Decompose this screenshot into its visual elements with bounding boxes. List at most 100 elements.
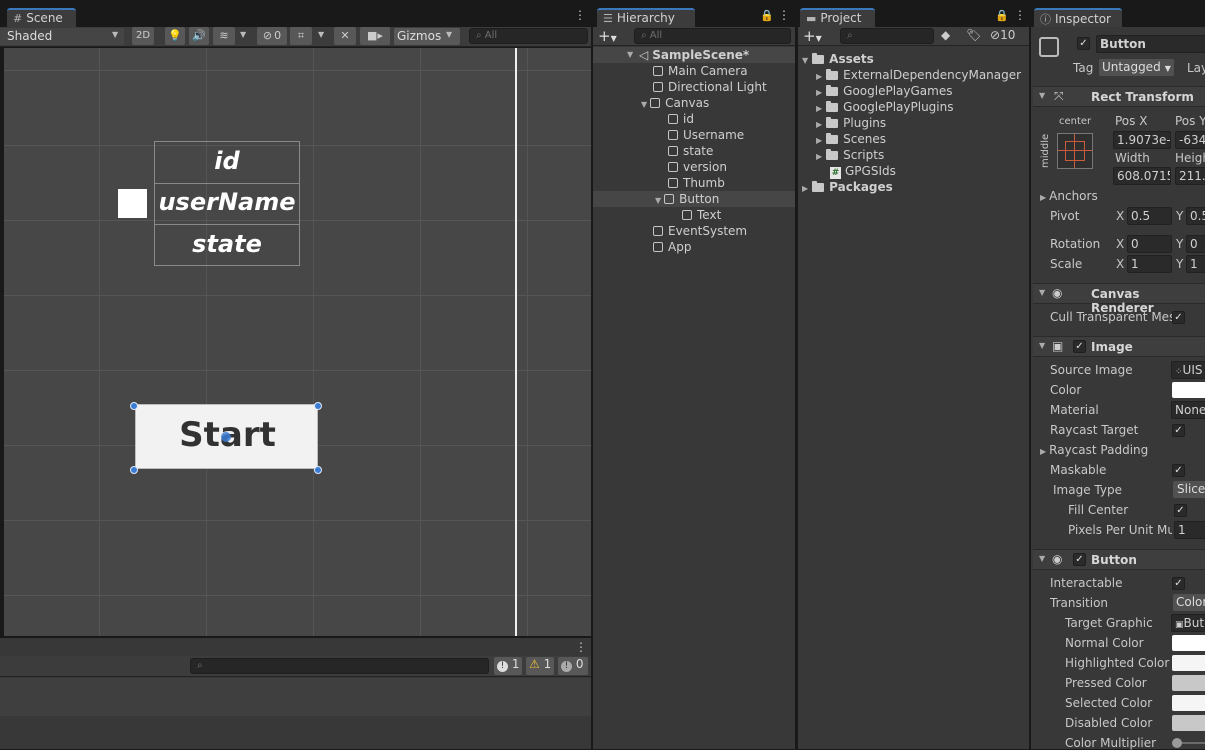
- color-swatch[interactable]: [1172, 382, 1205, 398]
- filter-label-icon[interactable]: 🏷: [966, 28, 981, 42]
- maskable-checkbox[interactable]: ✓: [1172, 464, 1185, 477]
- resize-handle-bl[interactable]: [130, 466, 138, 474]
- 2d-toggle-button[interactable]: 2D: [132, 27, 154, 45]
- audio-icon[interactable]: 🔊: [189, 27, 209, 45]
- warning-count-toggle[interactable]: ⚠ 1: [526, 657, 554, 675]
- error-count-toggle[interactable]: ! 1: [494, 657, 522, 675]
- tag-dropdown[interactable]: Untagged ▼: [1099, 59, 1174, 76]
- button-enabled-checkbox[interactable]: ✓: [1073, 553, 1086, 566]
- list-item[interactable]: id: [668, 111, 694, 127]
- list-item[interactable]: Username: [668, 127, 744, 143]
- resize-handle-tl[interactable]: [130, 402, 138, 410]
- lock-icon[interactable]: 🔒: [995, 9, 1009, 22]
- raycast-target-checkbox[interactable]: ✓: [1172, 424, 1185, 437]
- effects-icon[interactable]: ≋: [213, 27, 235, 45]
- shading-dropdown[interactable]: Shaded ▼: [0, 28, 124, 45]
- pos-x-field[interactable]: 1.9073e-: [1113, 131, 1171, 149]
- image-enabled-checkbox[interactable]: ✓: [1073, 340, 1086, 353]
- list-item[interactable]: ▶ ExternalDependencyManager: [816, 67, 1021, 83]
- thumb-image[interactable]: [118, 189, 147, 218]
- add-button[interactable]: +▼: [598, 27, 617, 45]
- console-search-input[interactable]: ⌕: [190, 658, 489, 674]
- filter-type-icon[interactable]: ◆: [941, 28, 950, 42]
- pivot-y-field[interactable]: 0.5: [1186, 207, 1205, 225]
- list-item[interactable]: Directional Light: [653, 79, 767, 95]
- console-menu-icon[interactable]: ⋮: [575, 640, 587, 654]
- active-checkbox[interactable]: ✓: [1077, 37, 1090, 50]
- list-item[interactable]: ▶ Plugins: [816, 115, 886, 131]
- raycast-padding-foldout[interactable]: ▶ Raycast Padding: [1040, 443, 1148, 457]
- anchors-foldout[interactable]: ▶ Anchors: [1040, 189, 1098, 203]
- list-item[interactable]: state: [668, 143, 713, 159]
- scale-y-field[interactable]: 1: [1186, 255, 1205, 273]
- list-item-selected[interactable]: ▼ Button: [593, 191, 795, 207]
- rot-y-field[interactable]: 0: [1186, 235, 1205, 253]
- list-item[interactable]: ▶ Scenes: [816, 131, 886, 147]
- resize-handle-tr[interactable]: [314, 402, 322, 410]
- scene-root-row[interactable]: ▼ ◁ SampleScene*: [593, 47, 795, 63]
- highlighted-color-swatch[interactable]: [1172, 655, 1205, 671]
- transition-dropdown[interactable]: Color: [1173, 594, 1205, 611]
- start-button-preview[interactable]: Start: [135, 404, 318, 469]
- list-item[interactable]: EventSystem: [653, 223, 747, 239]
- slider-handle[interactable]: [1172, 738, 1182, 748]
- list-item[interactable]: version: [668, 159, 727, 175]
- list-item[interactable]: Text: [682, 207, 721, 223]
- info-count-toggle[interactable]: ! 0: [558, 657, 588, 675]
- scale-x-field[interactable]: 1: [1127, 255, 1172, 273]
- resize-handle-br[interactable]: [314, 466, 322, 474]
- width-field[interactable]: 608.0715: [1113, 167, 1171, 185]
- list-item[interactable]: Thumb: [668, 175, 725, 191]
- list-item[interactable]: App: [653, 239, 691, 255]
- hierarchy-menu-icon[interactable]: ⋮: [778, 8, 790, 22]
- pos-y-field[interactable]: -634: [1175, 131, 1205, 149]
- object-name-field[interactable]: Button: [1096, 35, 1205, 53]
- rect-transform-header[interactable]: ▼ ⤧ Rect Transform: [1033, 86, 1205, 107]
- tab-hierarchy[interactable]: ☰ Hierarchy: [597, 8, 695, 27]
- pressed-color-swatch[interactable]: [1172, 675, 1205, 691]
- normal-color-swatch[interactable]: [1172, 635, 1205, 651]
- list-item[interactable]: ▶ Scripts: [816, 147, 884, 163]
- list-item[interactable]: # GPGSIds: [830, 163, 896, 179]
- image-header[interactable]: ▼ ▣ ✓ Image: [1033, 336, 1205, 357]
- image-type-dropdown[interactable]: Slice: [1173, 481, 1205, 498]
- tools-icon[interactable]: ✕: [334, 27, 356, 45]
- camera-icon[interactable]: ■▸: [360, 27, 390, 45]
- list-item[interactable]: ▼ Canvas: [641, 95, 709, 111]
- scene-menu-icon[interactable]: ⋮: [574, 8, 586, 22]
- packages-folder-row[interactable]: ▶ Packages: [802, 179, 893, 195]
- color-multiplier-slider[interactable]: [1172, 738, 1205, 748]
- hidden-objects-icon[interactable]: ⊘ 0: [257, 27, 287, 45]
- project-search-input[interactable]: ⌕: [840, 28, 934, 44]
- hierarchy-search-input[interactable]: ⌕ All: [634, 28, 791, 44]
- effects-dropdown-icon[interactable]: ▼: [240, 30, 246, 39]
- ppu-field[interactable]: 1: [1174, 521, 1205, 539]
- scene-search-input[interactable]: ⌕ All: [469, 28, 588, 44]
- project-menu-icon[interactable]: ⋮: [1014, 8, 1026, 22]
- canvas-renderer-header[interactable]: ▼ ◉ Canvas Renderer: [1033, 283, 1205, 315]
- list-item[interactable]: ▶ GooglePlayPlugins: [816, 99, 953, 115]
- rot-x-field[interactable]: 0: [1127, 235, 1172, 253]
- list-item[interactable]: Main Camera: [653, 63, 748, 79]
- interactable-checkbox[interactable]: ✓: [1172, 577, 1185, 590]
- tab-project[interactable]: ▬ Project: [800, 8, 875, 27]
- tab-inspector[interactable]: ⓘ Inspector: [1034, 8, 1122, 27]
- grid-snap-icon[interactable]: ⌗: [290, 27, 312, 45]
- source-image-field[interactable]: ⁘UIS: [1171, 361, 1205, 379]
- target-graphic-field[interactable]: ▣But: [1171, 614, 1205, 632]
- lighting-icon[interactable]: 💡: [165, 27, 185, 45]
- selected-color-swatch[interactable]: [1172, 695, 1205, 711]
- pivot-handle[interactable]: [221, 432, 231, 442]
- grid-dropdown-icon[interactable]: ▼: [318, 30, 324, 39]
- list-item[interactable]: ▶ GooglePlayGames: [816, 83, 952, 99]
- pivot-x-field[interactable]: 0.5: [1127, 207, 1172, 225]
- material-field[interactable]: None: [1171, 401, 1205, 419]
- anchor-preset-button[interactable]: [1057, 133, 1093, 169]
- lock-icon[interactable]: 🔒: [760, 9, 774, 22]
- gizmos-dropdown[interactable]: Gizmos ▼: [394, 28, 460, 45]
- disabled-color-swatch[interactable]: [1172, 715, 1205, 731]
- height-field[interactable]: 211.5: [1175, 167, 1205, 185]
- button-header[interactable]: ▼ ◉ ✓ Button: [1033, 549, 1205, 570]
- console-log-area[interactable]: [0, 678, 591, 716]
- scene-view[interactable]: id userName state Start: [4, 48, 591, 636]
